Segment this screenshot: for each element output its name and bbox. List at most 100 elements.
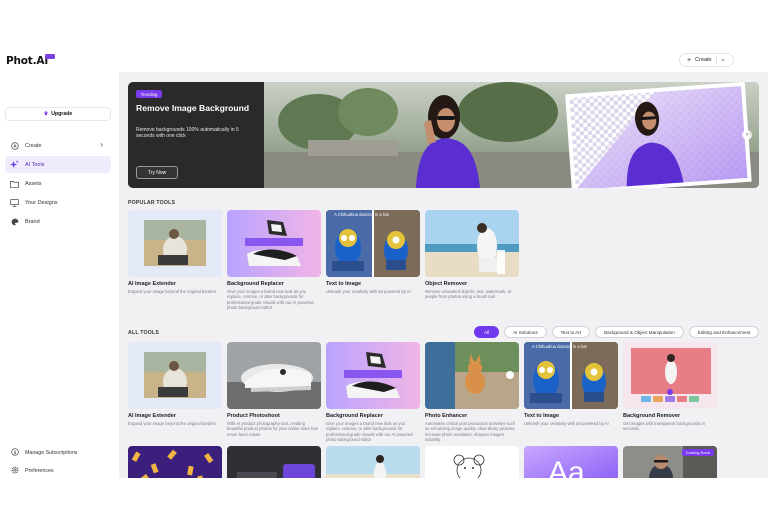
card-title: Background Remover [623,413,681,419]
top-bar: Phot.AI + Create ⌄ [0,38,768,72]
filter-chip-ai-solutions[interactable]: AI Solutions [504,326,547,338]
card-thumbnail [128,446,222,478]
card-description: Expand your image beyond the original bo… [128,421,218,426]
card-thumbnail: Aa [524,446,618,478]
filter-chip-editing-enhancement[interactable]: Editing and Enhancement [688,326,760,338]
app-window: Phot.AI + Create ⌄ ♛ Upgrade Create › AI… [0,38,768,478]
popular-tools-title: POPULAR TOOLS [128,200,176,206]
card-title: Text to Image [326,281,362,287]
sidebar-item-create[interactable]: Create › [5,137,111,154]
card-title: Product Photoshoot [227,413,280,419]
card-description: Automates critical post production activ… [425,421,516,443]
tool-card-background-replacer[interactable]: Background Replacer Give your images a b… [227,210,321,311]
card-thumbnail [128,342,222,409]
monitor-icon [10,198,19,207]
card-title: Object Remover [425,281,468,287]
card-thumbnail [128,210,222,277]
hero-subtitle: Remove backgrounds 100% automatically in… [136,127,239,140]
plus-icon: + [687,56,692,64]
prompt-overlay: A Chihuahua dancing in a hat [334,212,389,217]
upgrade-button[interactable]: ♛ Upgrade [5,107,111,121]
card-thumbnail [326,342,420,409]
tool-card-ai-image-extender[interactable]: AI Image Extender Expand your image beyo… [128,342,222,426]
filter-chip-text-to-art[interactable]: Text to Art [551,326,591,338]
create-label: Create [695,57,712,63]
tool-card-partial[interactable] [128,446,222,478]
chevron-down-icon: ⌄ [720,56,726,63]
logo[interactable]: Phot.AI [6,55,48,67]
create-dropdown-button[interactable]: + Create ⌄ [679,53,734,67]
trending-badge: Trending [136,90,162,98]
tool-card-partial[interactable] [425,446,519,478]
sidebar-item-brand[interactable]: Brand [5,213,111,230]
card-title: AI Image Extender [128,281,176,287]
folder-icon [10,179,19,188]
tool-card-background-replacer[interactable]: Background Replacer Give your images a b… [326,342,420,443]
card-thumbnail [425,210,519,277]
card-description: With AI product photography tool, creati… [227,421,318,437]
card-thumbnail [227,446,321,478]
card-title: AI Image Extender [128,413,176,419]
crown-icon: ♛ [43,111,49,117]
filter-chip-all[interactable]: All [474,326,500,338]
sidebar-item-your-designs[interactable]: Your Designs [5,194,111,211]
card-thumbnail [425,342,519,409]
sidebar-item-preferences[interactable]: Preferences [5,464,111,478]
card-thumbnail: A Chihuahua dancing in a hat [524,342,618,409]
divider [716,56,717,65]
plus-circle-icon [10,141,19,150]
dollar-icon: $ [10,448,19,458]
card-description: Give your images a brand new look as you… [326,421,413,443]
card-description: Unleash your creativity with art powered… [326,289,411,294]
palette-icon [10,217,19,226]
sidebar-item-label: Manage Subscriptions [25,450,78,456]
card-description: Get images with transparent backgrounds … [623,421,705,432]
sidebar-item-label: AI Tools [25,161,45,168]
sidebar-item-label: Create [25,142,42,149]
filter-chip-background-object[interactable]: Background & Object Manipulation [595,326,684,338]
hero-text-panel: Trending Remove Image Background Remove … [128,82,264,188]
card-title: Photo Enhancer [425,413,468,419]
tool-card-text-to-image[interactable]: A Chihuahua dancing in a hat Text to Ima… [524,342,618,426]
tool-card-object-remover[interactable]: Object Remover Remove unwanted objects, … [425,210,519,300]
card-description: Unleash your creativity with art powered… [524,421,609,426]
gear-icon [10,466,19,476]
all-tools-title: ALL TOOLS [128,330,160,336]
filter-chips: All AI Solutions Text to Art Background … [474,326,760,338]
card-description: Remove unwanted objects, text, watermark… [425,289,512,300]
sparkle-icon [10,160,19,169]
prompt-overlay: A Chihuahua dancing in a hat [532,344,587,349]
sidebar-item-ai-tools[interactable]: AI Tools [5,156,111,173]
chevron-right-icon[interactable]: › [742,130,752,140]
tool-card-photo-enhancer[interactable]: Photo Enhancer Automates critical post p… [425,342,519,443]
tool-card-text-to-image[interactable]: A Chihuahua dancing in a hat Text to Ima… [326,210,420,294]
svg-text:$: $ [13,450,16,456]
upgrade-label: Upgrade [51,111,73,117]
sidebar-item-assets[interactable]: Assets [5,175,111,192]
main-content: Trending Remove Image Background Remove … [119,72,768,478]
sidebar-item-label: Brand [25,218,40,225]
chevron-right-icon: › [100,140,103,149]
card-thumbnail [227,342,321,409]
tool-card-partial[interactable] [326,446,420,478]
svg-text:Aa: Aa [548,456,585,478]
tool-card-partial[interactable] [227,446,321,478]
card-thumbnail [227,210,321,277]
sidebar-item-label: Preferences [25,468,54,474]
sidebar-item-manage-subscriptions[interactable]: $ Manage Subscriptions [5,446,111,460]
hero-title: Remove Image Background [136,103,250,113]
card-description: Give your images a brand new look as you… [227,289,314,311]
sidebar: ♛ Upgrade Create › AI Tools Assets Your … [0,72,119,478]
card-thumbnail: A Chihuahua dancing in a hat [326,210,420,277]
tool-card-ai-image-extender[interactable]: AI Image Extender Expand your image beyo… [128,210,222,294]
tool-card-partial[interactable]: Coming Soon [623,446,717,478]
tool-card-product-photoshoot[interactable]: Product Photoshoot With AI product photo… [227,342,321,437]
hero-banner[interactable]: Trending Remove Image Background Remove … [128,82,759,188]
sidebar-item-label: Assets [25,180,42,187]
card-title: Background Replacer [326,413,383,419]
card-title: Background Replacer [227,281,284,287]
try-now-button[interactable]: Try Now [136,166,178,179]
tool-card-background-remover[interactable]: Background Remover Get images with trans… [623,342,717,432]
tool-card-partial[interactable]: Aa [524,446,618,478]
card-thumbnail [425,446,519,478]
